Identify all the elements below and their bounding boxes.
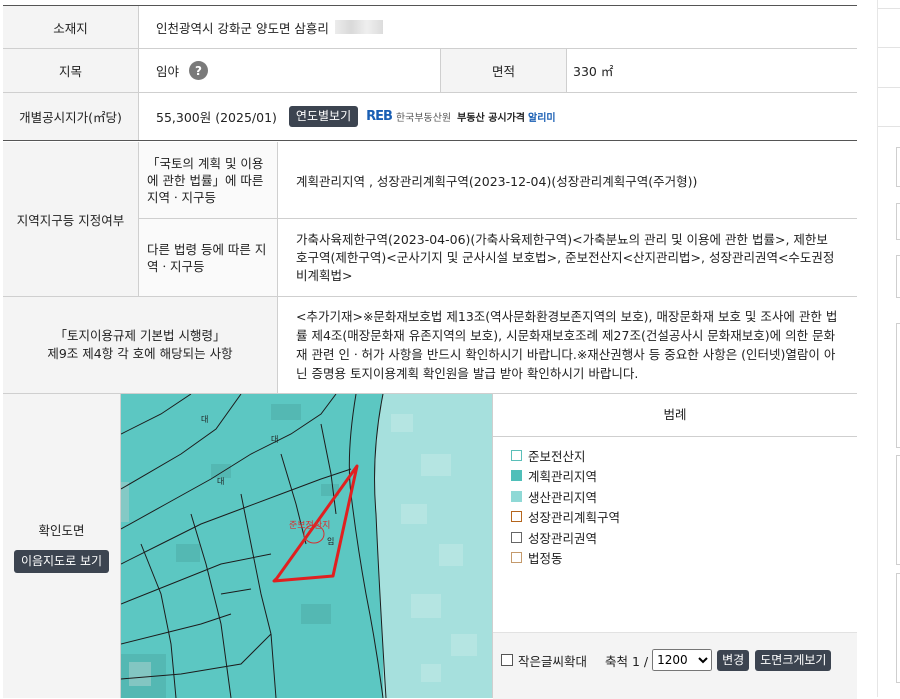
scale-label: 축척 1 / bbox=[605, 653, 649, 669]
land-use-plan-table: 소재지 인천광역시 강화군 양도면 삼흥리 지목 임야 ? 면적 330 ㎡ 개… bbox=[3, 5, 857, 699]
reb-link[interactable]: REB 한국부동산원 부동산 공시가격 알리미 bbox=[366, 109, 556, 124]
other-law-label: 다른 법령 등에 따른 지역ㆍ지구등 bbox=[139, 219, 278, 296]
legend-swatch bbox=[511, 552, 522, 564]
legend-item: 법정동 bbox=[511, 548, 620, 569]
small-text-label: 작은글씨확대 bbox=[518, 653, 588, 669]
zoning-label: 지역지구등 지정여부 bbox=[3, 142, 139, 296]
legend-title: 범례 bbox=[493, 394, 857, 437]
legend-item: 준보전산지 bbox=[511, 445, 620, 466]
yearly-view-button[interactable]: 연도별보기 bbox=[288, 106, 359, 127]
small-text-checkbox[interactable] bbox=[501, 654, 513, 666]
map-label: 확인도면 bbox=[38, 522, 85, 538]
price-row: 개별공시지가(㎡당) 55,300원 (2025/01) 연도별보기 REB 한… bbox=[3, 93, 857, 141]
legend-swatch bbox=[511, 470, 522, 482]
legend-panel: 범례 준보전산지계획관리지역생산관리지역성장관리계획구역성장관리권역법정동 작은… bbox=[492, 394, 857, 699]
legend-item: 계획관리지역 bbox=[511, 466, 620, 487]
change-scale-button[interactable]: 변경 bbox=[717, 649, 750, 671]
regulation-label-line1: 「토지이용규제 기본법 시행령」 bbox=[54, 328, 226, 343]
national-law-label: 「국토의 계획 및 이용에 관한 법률」에 따른 지역ㆍ지구등 bbox=[139, 142, 278, 219]
national-law-value: 계획관리지역 , 성장관리계획구역(2023-12-04)(성장관리계획구역(주… bbox=[278, 142, 857, 219]
location-label: 소재지 bbox=[3, 6, 139, 48]
svg-text:대: 대 bbox=[217, 477, 224, 486]
help-icon[interactable]: ? bbox=[189, 61, 209, 80]
legend-label: 계획관리지역 bbox=[528, 469, 598, 485]
regulation-label-line2: 제9조 제4항 각 호에 해당되는 사항 bbox=[47, 346, 233, 361]
right-side-panel bbox=[877, 0, 900, 697]
price-label: 개별공시지가(㎡당) bbox=[3, 93, 139, 140]
legend-label: 성장관리계획구역 bbox=[528, 510, 621, 526]
area-label: 면적 bbox=[441, 49, 567, 92]
reb-service-highlight: 알리미 bbox=[528, 113, 556, 124]
legend-swatch bbox=[511, 449, 522, 461]
legend-item: 성장관리권역 bbox=[511, 527, 620, 548]
category-label: 지목 bbox=[3, 49, 139, 92]
location-row: 소재지 인천광역시 강화군 양도면 삼흥리 bbox=[3, 6, 857, 49]
svg-text:대: 대 bbox=[201, 415, 208, 424]
legend-label: 법정동 bbox=[528, 551, 563, 567]
legend-label: 생산관리지역 bbox=[528, 489, 598, 505]
legend-list: 준보전산지계획관리지역생산관리지역성장관리계획구역성장관리권역법정동 bbox=[511, 445, 620, 568]
land-row: 지목 임야 ? 면적 330 ㎡ bbox=[3, 49, 857, 93]
parcel-map[interactable]: 대 대 대 임 준보전산지 bbox=[121, 394, 492, 698]
svg-text:임: 임 bbox=[327, 537, 334, 546]
enlarge-map-button[interactable]: 도면크게보기 bbox=[755, 649, 832, 671]
scale-select[interactable]: 1200 bbox=[652, 649, 713, 671]
area-value: 330 ㎡ bbox=[573, 64, 614, 79]
regulation-value: <추가기재>※문화재보호법 제13조(역사문화환경보존지역의 보호), 매장문화… bbox=[296, 309, 838, 381]
legend-label: 준보전산지 bbox=[528, 448, 586, 464]
reb-service: 부동산 공시가격 bbox=[457, 113, 526, 124]
location-value: 인천광역시 강화군 양도면 삼흥리 bbox=[156, 20, 329, 36]
svg-text:대: 대 bbox=[271, 435, 278, 444]
category-value: 임야 bbox=[156, 64, 180, 79]
legend-item: 생산관리지역 bbox=[511, 486, 620, 507]
address-mask bbox=[334, 20, 383, 34]
legend-swatch bbox=[511, 490, 522, 502]
legend-item: 성장관리계획구역 bbox=[511, 507, 620, 528]
regulation-row: 「토지이용규제 기본법 시행령」 제9조 제4항 각 호에 해당되는 사항 <추… bbox=[3, 297, 857, 394]
parcel-label: 준보전산지 bbox=[289, 520, 330, 531]
parcel-map-svg: 대 대 대 임 준보전산지 bbox=[121, 394, 492, 698]
map-row: 확인도면 이음지도로 보기 대 대 대 임 준보전산지 범례 준보전산지 계획관… bbox=[3, 394, 857, 699]
legend-swatch bbox=[511, 511, 522, 523]
map-toolbar: 작은글씨확대 축척 1 / 1200 변경 도면크게보기 bbox=[493, 632, 857, 699]
reb-logo: REB bbox=[366, 109, 393, 124]
other-law-value: 가축사육제한구역(2023-04-06)(가축사육제한구역)<가축분뇨의 관리 … bbox=[296, 231, 835, 283]
reb-org: 한국부동산원 bbox=[395, 113, 452, 124]
legend-swatch bbox=[511, 531, 522, 543]
legend-label: 성장관리권역 bbox=[528, 530, 598, 546]
price-value: 55,300원 (2025/01) bbox=[156, 110, 277, 125]
ium-map-view-button[interactable]: 이음지도로 보기 bbox=[13, 549, 110, 573]
zoning-row: 지역지구등 지정여부 「국토의 계획 및 이용에 관한 법률」에 따른 지역ㆍ지… bbox=[3, 142, 857, 297]
